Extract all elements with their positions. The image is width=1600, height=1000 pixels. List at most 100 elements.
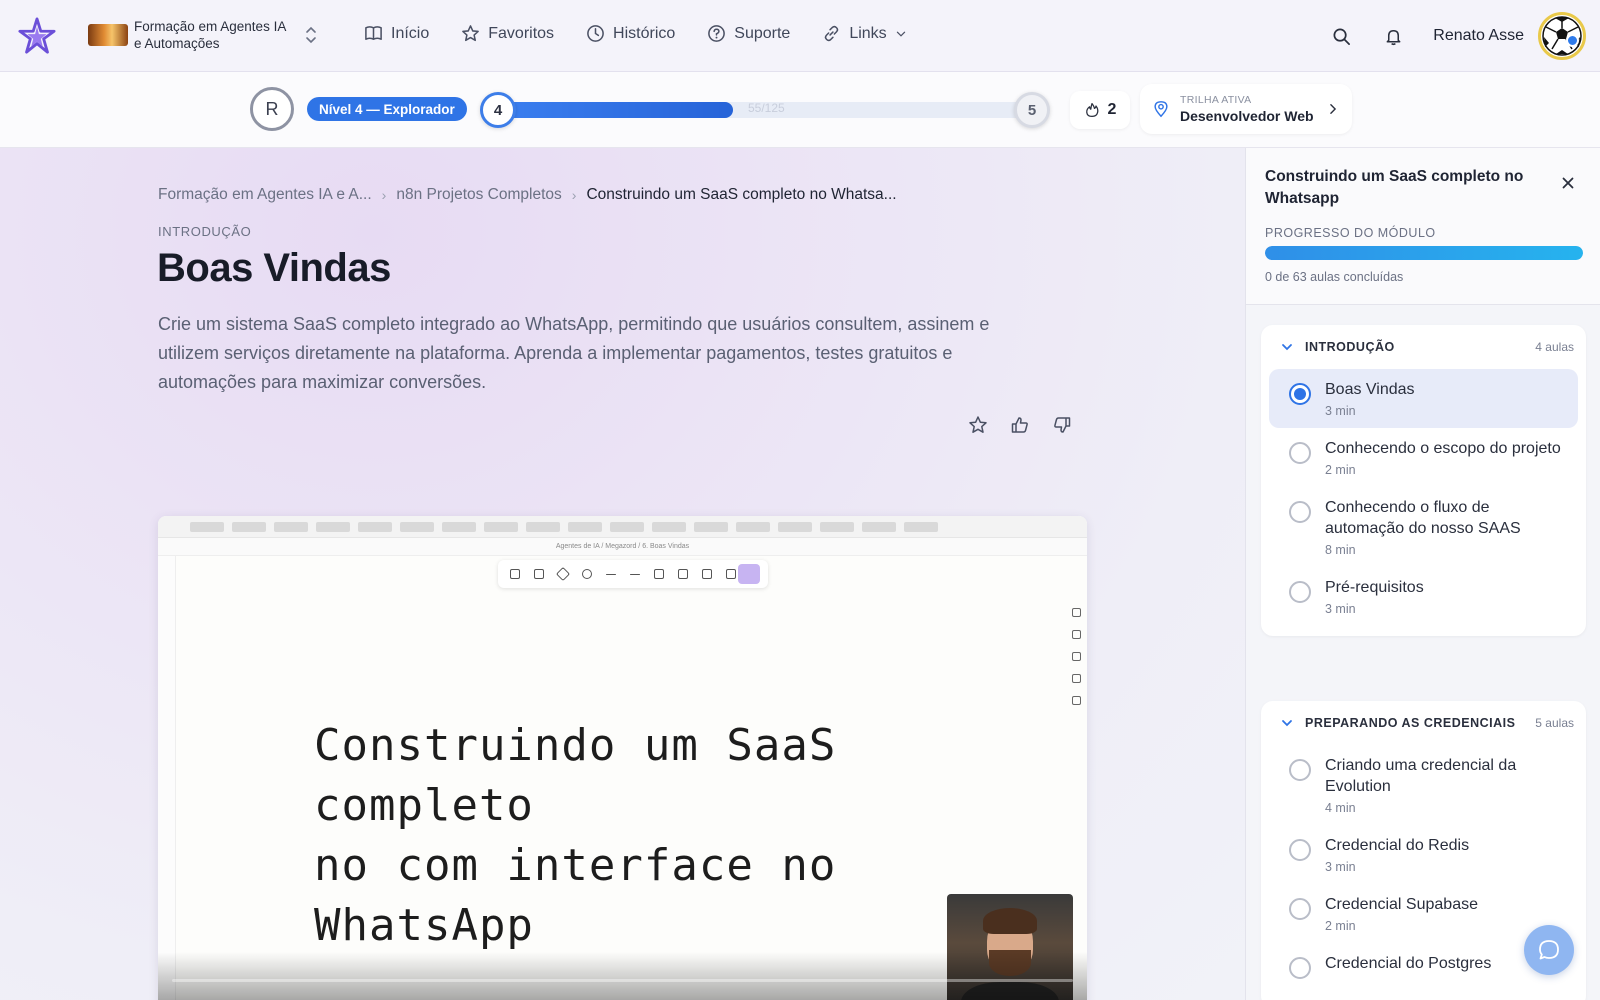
lesson-item[interactable]: Conhecendo o escopo do projeto 2 min	[1269, 428, 1578, 487]
lesson-duration: 3 min	[1325, 860, 1356, 874]
nav-link-label: Suporte	[734, 24, 791, 42]
help-circle-icon	[708, 25, 726, 42]
lesson-duration: 4 min	[1325, 801, 1356, 815]
chevron-up-down-icon	[306, 26, 316, 44]
lesson-item[interactable]: Conhecendo o fluxo de automação do nosso…	[1269, 487, 1578, 567]
trail-label: TRILHA ATIVA	[1180, 94, 1252, 106]
module-progress-label: PROGRESSO DO MÓDULO	[1265, 226, 1436, 240]
favorite-button[interactable]	[966, 413, 990, 437]
book-icon	[365, 26, 382, 40]
thumbs-up-icon	[1011, 417, 1028, 433]
course-thumbnail	[88, 24, 128, 46]
lesson-duration: 8 min	[1325, 543, 1356, 557]
module-progress-fill	[1265, 246, 1583, 260]
profile-initial-avatar[interactable]: R	[250, 87, 294, 131]
lesson-name: Conhecendo o fluxo de automação do nosso…	[1325, 499, 1521, 537]
breadcrumb-separator-icon: ›	[381, 187, 387, 203]
lesson-name: Conhecendo o escopo do projeto	[1325, 440, 1561, 457]
lesson-status-radio	[1289, 442, 1311, 464]
breadcrumb-module: Construindo um SaaS completo no Whatsa..…	[586, 186, 897, 203]
lesson-content: Formação em Agentes IA e A... › n8n Proj…	[0, 148, 1245, 1000]
level-badge: Nível 4 — Explorador	[307, 97, 467, 121]
video-address-bar: Agentes de IA / Megazord / 6. Boas Vinda…	[158, 538, 1087, 556]
lesson-item[interactable]: Credencial do Redis 3 min	[1269, 825, 1578, 884]
lesson-status-radio	[1289, 839, 1311, 861]
lesson-item[interactable]: Criando uma credencial da Evolution 4 mi…	[1269, 745, 1578, 825]
close-icon[interactable]	[1559, 174, 1577, 192]
trail-value: Desenvolvedor Web	[1180, 108, 1314, 124]
section-count: 4 aulas	[1535, 340, 1574, 354]
nav-link-inicio[interactable]: Início	[364, 24, 429, 43]
video-right-toolbar	[1069, 608, 1083, 718]
lesson-status-radio	[1289, 898, 1311, 920]
nav-link-label: Histórico	[613, 24, 676, 42]
section-header[interactable]: INTRODUÇÃO 4 aulas	[1261, 325, 1586, 369]
lesson-item[interactable]: Boas Vindas 3 min	[1269, 369, 1578, 428]
bell-icon	[1386, 29, 1401, 45]
notifications-button[interactable]	[1381, 24, 1405, 48]
top-navigation: Formação em Agentes IA e Automações Iníc…	[0, 0, 1600, 72]
like-button[interactable]	[1008, 413, 1032, 437]
lesson-name: Credencial Supabase	[1325, 896, 1478, 913]
video-handwritten-text: Construindo um SaaS completo no com inte…	[314, 716, 1014, 956]
course-switcher[interactable]: Formação em Agentes IA e Automações	[88, 18, 318, 52]
video-player[interactable]: Agentes de IA / Megazord / 6. Boas Vinda…	[158, 516, 1087, 1000]
lesson-duration: 3 min	[1325, 404, 1356, 418]
lesson-duration: 2 min	[1325, 919, 1356, 933]
nav-link-label: Links	[849, 24, 887, 42]
streak-value: 2	[1107, 101, 1117, 118]
level-progress-bar: R Nível 4 — Explorador 55/125 4 5 2 TRIL…	[0, 72, 1600, 148]
lesson-actions	[966, 413, 1074, 437]
chat-button[interactable]	[1524, 925, 1574, 975]
nav-link-favoritos[interactable]: Favoritos	[461, 24, 554, 43]
breadcrumb: Formação em Agentes IA e A... › n8n Proj…	[158, 186, 897, 204]
video-drawing-toolbar	[498, 560, 768, 588]
video-scrubber[interactable]	[172, 979, 1073, 982]
star-icon	[969, 416, 987, 433]
lesson-status-radio	[1289, 957, 1311, 979]
breadcrumb-separator-icon: ›	[571, 187, 577, 203]
next-level-node: 5	[1014, 92, 1050, 128]
module-panel: Construindo um SaaS completo no Whatsapp…	[1245, 148, 1600, 1000]
logo-icon[interactable]	[18, 17, 56, 55]
breadcrumb-category[interactable]: n8n Projetos Completos	[396, 186, 561, 204]
clock-icon	[587, 25, 604, 42]
user-name: Renato Asse	[1433, 27, 1524, 44]
main-nav: Início Favoritos Histórico Suporte Links	[364, 24, 907, 43]
nav-link-links[interactable]: Links	[822, 24, 906, 43]
xp-fill	[498, 102, 733, 118]
user-avatar[interactable]	[1538, 12, 1586, 60]
dislike-button[interactable]	[1050, 413, 1074, 437]
video-handwritten-line-1: Construindo um SaaS completo	[314, 720, 837, 831]
chevron-down-icon	[896, 31, 905, 37]
link-icon	[825, 25, 839, 42]
nav-link-label: Início	[391, 24, 430, 42]
lesson-section-label: INTRODUÇÃO	[158, 224, 252, 239]
video-sidebar	[158, 556, 176, 1000]
xp-text: 55/125	[748, 101, 785, 115]
lesson-name: Pré-requisitos	[1325, 579, 1424, 596]
nav-link-label: Favoritos	[488, 24, 555, 42]
section-count: 5 aulas	[1535, 716, 1574, 730]
nav-link-historico[interactable]: Histórico	[586, 24, 675, 43]
search-button[interactable]	[1329, 24, 1353, 48]
lesson-status-radio	[1289, 759, 1311, 781]
streak-counter[interactable]: 2	[1070, 91, 1130, 129]
lesson-item[interactable]: Pré-requisitos 3 min	[1269, 567, 1578, 626]
video-controls	[158, 952, 1087, 1000]
lesson-section-introducao: INTRODUÇÃO 4 aulas Boas Vindas 3 min Con…	[1261, 325, 1586, 636]
lesson-name: Credencial do Redis	[1325, 837, 1470, 854]
nav-link-suporte[interactable]: Suporte	[707, 24, 790, 43]
active-trail-card[interactable]: TRILHA ATIVA Desenvolvedor Web	[1140, 84, 1352, 134]
section-name: INTRODUÇÃO	[1305, 340, 1395, 354]
section-header[interactable]: PREPARANDO AS CREDENCIAIS 5 aulas	[1261, 701, 1586, 745]
current-level-node: 4	[480, 92, 516, 128]
breadcrumb-course[interactable]: Formação em Agentes IA e A...	[158, 186, 372, 204]
thumbs-down-icon	[1054, 417, 1071, 433]
chevron-down-icon	[1282, 344, 1292, 351]
page-title: Boas Vindas	[157, 246, 391, 290]
nav-right: Renato Asse	[1329, 12, 1586, 60]
course-name: Formação em Agentes IA e Automações	[134, 19, 286, 51]
star-icon	[462, 25, 480, 42]
xp-track: 55/125 4 5	[480, 92, 1050, 128]
